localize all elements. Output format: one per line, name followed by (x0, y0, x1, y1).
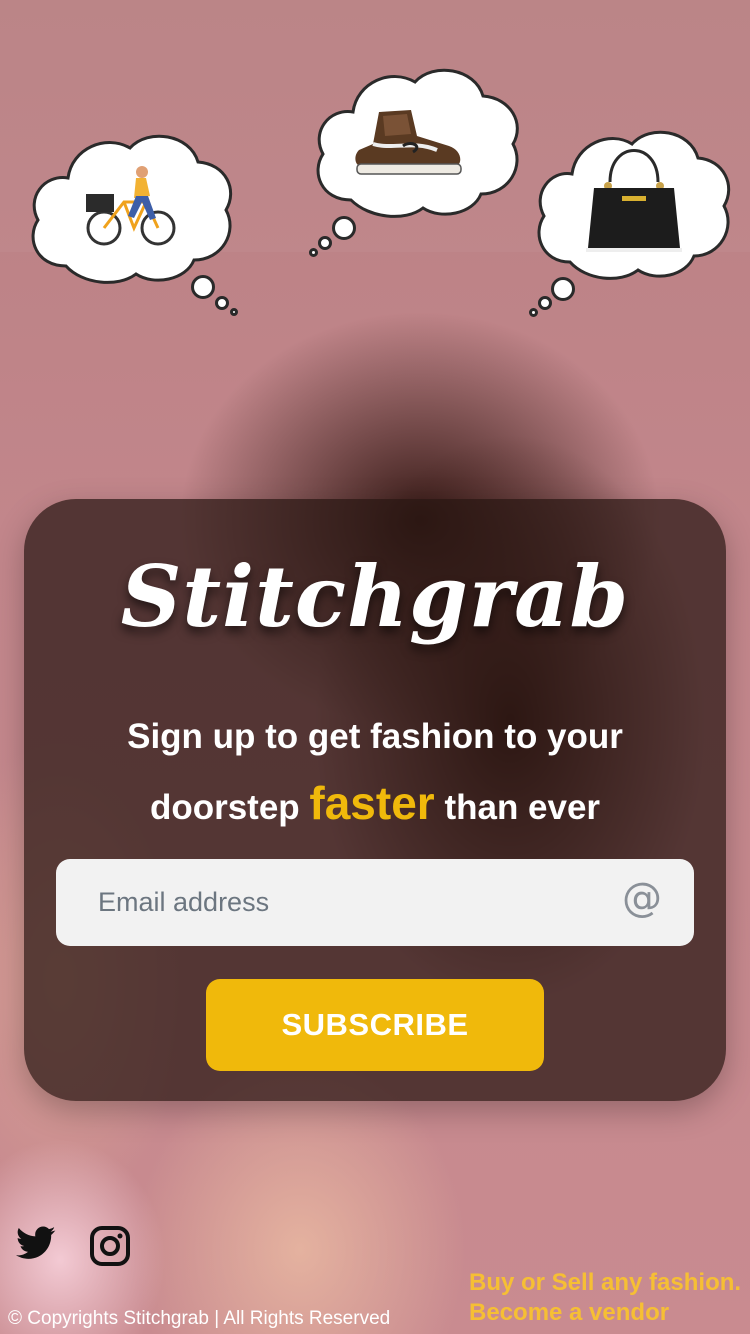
handbag-icon (584, 130, 684, 254)
delivery-bicycle-icon (84, 162, 178, 250)
subscribe-button[interactable]: SUBSCRIBE (206, 979, 544, 1071)
instagram-icon[interactable] (89, 1225, 131, 1271)
thought-dot (538, 296, 552, 310)
tagline-accent: faster (309, 777, 435, 829)
thought-cloud-handbag (532, 128, 736, 286)
thought-dot (215, 296, 229, 310)
email-field-container: @ (56, 859, 694, 946)
brand-logo-text: Stitchgrab (120, 547, 630, 646)
twitter-icon[interactable] (16, 1226, 56, 1264)
thought-cloud-delivery (26, 128, 238, 290)
thought-dot (551, 277, 575, 301)
sneaker-icon (353, 106, 465, 178)
thought-dot (529, 308, 538, 317)
thought-dot (318, 236, 332, 250)
vendor-cta[interactable]: Buy or Sell any fashion. Become a vendor (469, 1268, 750, 1328)
thought-dot (332, 216, 356, 240)
vendor-line-1: Buy or Sell any fashion. (469, 1269, 742, 1296)
copyright-text: © Copyrights Stitchgrab | All Rights Res… (8, 1308, 391, 1329)
thought-dot (309, 248, 318, 257)
signup-card: Stitchgrab Sign up to get fashion to you… (24, 499, 726, 1101)
thought-dot (191, 275, 215, 299)
become-vendor-link[interactable]: Become a vendor (469, 1298, 750, 1328)
thought-dot (230, 308, 238, 316)
tagline-text-end: than ever (444, 788, 601, 827)
at-sign-icon: @ (622, 875, 662, 921)
email-field[interactable] (96, 886, 600, 919)
tagline: Sign up to get fashion to your doorstep … (64, 704, 686, 841)
thought-cloud-sneaker (311, 66, 525, 224)
